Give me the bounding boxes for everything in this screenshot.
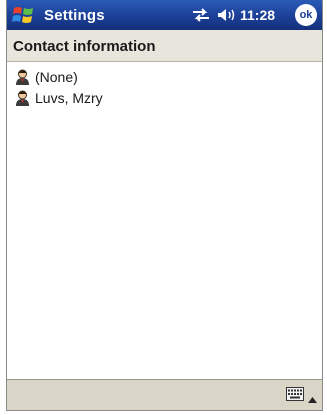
clock[interactable]: 11:28 [240,7,275,23]
windows-flag-icon[interactable] [12,4,36,26]
contact-label: (None) [35,69,78,85]
device-screen: Settings 11:28 ok Contact information (N… [6,0,323,411]
page-header: Contact information [7,30,322,62]
page-title: Contact information [13,38,156,55]
contact-icon [15,69,30,85]
up-arrow-icon[interactable] [308,390,317,403]
app-title: Settings [44,7,105,24]
contact-icon [15,90,30,106]
ok-button[interactable]: ok [295,4,317,26]
list-item-luvs-mzry[interactable]: Luvs, Mzry [7,87,322,108]
list-item-none[interactable]: (None) [7,66,322,87]
keyboard-icon[interactable] [286,387,304,401]
title-bar: Settings 11:28 ok [7,0,322,30]
contact-label: Luvs, Mzry [35,90,103,106]
contact-list: (None) Luvs, Mzry [7,66,322,108]
menu-bar [7,379,322,410]
connectivity-icon[interactable] [191,8,211,22]
volume-icon[interactable] [216,7,236,23]
